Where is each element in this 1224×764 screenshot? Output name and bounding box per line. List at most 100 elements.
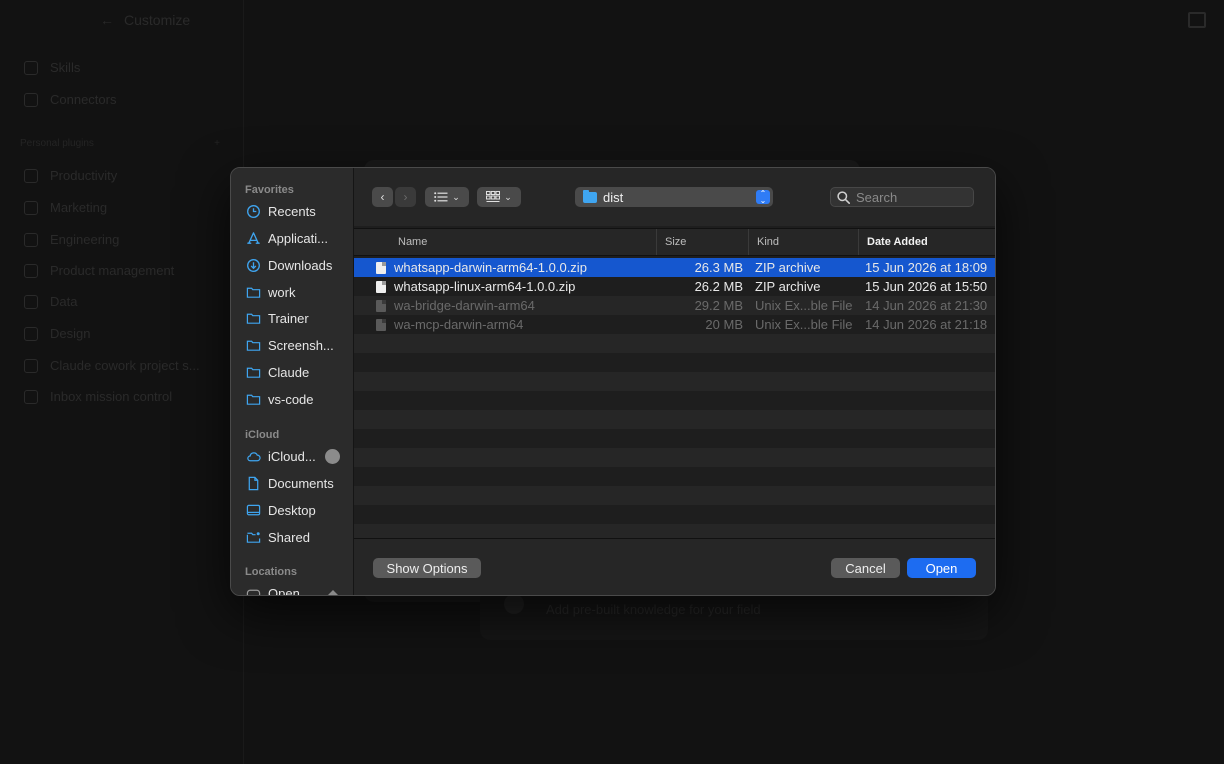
file-row[interactable]: whatsapp-darwin-arm64-1.0.0.zip 26.3 MB ZI… — [354, 258, 995, 277]
sidebar-item-open-volume[interactable]: Open — [246, 582, 339, 595]
sidebar-item-work[interactable]: work — [246, 281, 295, 303]
cancel-button[interactable]: Cancel — [831, 558, 900, 578]
sidebar-item-shared[interactable]: Shared — [246, 526, 310, 548]
file-size: 20 MB — [705, 317, 743, 332]
sidebar-item-label: iCloud... — [268, 448, 316, 464]
sidebar-item-label: Downloads — [268, 257, 333, 273]
folder-icon — [583, 189, 597, 203]
column-header-row: Name Size Kind Date Added — [354, 228, 995, 256]
sidebar-item-downloads[interactable]: Downloads — [246, 254, 332, 276]
sidebar-section-icloud: iCloud — [245, 429, 280, 441]
sidebar-item-applications[interactable]: Applicati... — [246, 227, 328, 249]
sidebar-item-label: Trainer — [268, 310, 309, 326]
empty-row — [354, 429, 995, 448]
group-view-button[interactable]: ⌄ — [477, 187, 521, 207]
sidebar-item-claude[interactable]: Claude — [246, 361, 309, 383]
background-card-icon — [504, 594, 524, 614]
background-plugin-label: Productivity — [50, 168, 118, 183]
column-header-date-added[interactable]: Date Added — [858, 229, 995, 255]
file-row[interactable]: wa-mcp-darwin-arm64 20 MB Unix Ex...ble Fi… — [354, 315, 995, 334]
forward-button[interactable]: › — [395, 187, 416, 207]
file-icon — [376, 261, 386, 274]
empty-row — [354, 486, 995, 505]
background-plugin-item: Product management — [24, 263, 174, 278]
plus-icon: + — [214, 138, 220, 149]
document-icon — [248, 476, 259, 490]
toolbar: ‹ › ⌄ ⌄ dist ⌃ ⌄ — [354, 168, 995, 226]
file-kind: Unix Ex...ble File — [755, 298, 853, 313]
file-list: whatsapp-darwin-arm64-1.0.0.zip 26.3 MB ZI… — [354, 258, 995, 538]
file-size: 26.2 MB — [694, 279, 743, 294]
chevron-down-icon: ⌄ — [452, 191, 460, 202]
location-label: dist — [603, 189, 624, 205]
sidebar-item-desktop[interactable]: Desktop — [246, 499, 316, 521]
chevron-left-icon: ‹ — [380, 190, 385, 204]
empty-row — [354, 391, 995, 410]
show-options-button[interactable]: Show Options — [373, 558, 481, 578]
search-input[interactable] — [856, 189, 966, 205]
column-header-name[interactable]: Name — [390, 229, 656, 255]
background-plugin-label: Data — [50, 294, 78, 309]
plugin-icon — [24, 389, 38, 404]
file-name-cell: wa-bridge-darwin-arm64 — [376, 296, 535, 315]
background-plugin-label: Design — [50, 326, 91, 341]
location-popup[interactable]: dist ⌃ ⌄ — [575, 187, 773, 207]
empty-row — [354, 410, 995, 429]
file-name: whatsapp-darwin-arm64-1.0.0.zip — [394, 260, 587, 275]
sidebar-item-label: Shared — [268, 529, 310, 545]
background-card-text: Add pre-built knowledge for your field — [546, 602, 761, 617]
sidebar-item-icloud-drive[interactable]: iCloud... — [246, 445, 340, 467]
shared-folder-icon — [246, 531, 261, 543]
navigation-buttons: ‹ › — [372, 187, 416, 207]
desktop-icon — [246, 504, 261, 515]
chevron-down-icon: ⌄ — [504, 191, 512, 202]
background-plugin-label: Marketing — [50, 200, 108, 215]
sidebar-item-documents[interactable]: Documents — [246, 472, 334, 494]
search-field[interactable] — [830, 187, 974, 207]
file-row[interactable]: whatsapp-linux-arm64-1.0.0.zip 26.2 MB ZIP… — [354, 277, 995, 296]
dialog-footer: Show Options Cancel Open — [354, 538, 995, 595]
sidebar-item-screenshots[interactable]: Screensh... — [246, 334, 334, 356]
background-sidebar: Skills Connectors Personal plugins + Prod… — [0, 0, 244, 764]
dialog-sidebar: Favorites Recents Applicati... Downloads… — [231, 168, 354, 595]
folder-icon — [246, 394, 261, 405]
file-row[interactable]: wa-bridge-darwin-arm64 29.2 MB Unix Ex...b… — [354, 296, 995, 315]
search-icon — [837, 190, 850, 204]
background-nav-skills: Skills — [24, 60, 80, 75]
background-section-label: Personal plugins — [20, 138, 94, 149]
chevron-right-icon: › — [403, 190, 408, 204]
file-browser: ‹ › ⌄ ⌄ dist ⌃⌄ Name Size — [354, 168, 995, 595]
file-kind: ZIP archive — [755, 279, 821, 294]
applications-icon — [247, 231, 260, 244]
file-icon — [376, 299, 386, 312]
file-date-added: 14 Jun 2026 at 21:18 — [865, 317, 988, 332]
sidebar-item-vs-code[interactable]: vs-code — [246, 388, 314, 410]
background-plugin-item: Data — [24, 294, 77, 309]
folder-icon — [246, 287, 261, 298]
plugin-icon — [24, 294, 38, 309]
download-icon — [247, 258, 260, 272]
up-down-chevron-icon: ⌃ ⌄ — [756, 190, 770, 205]
background-plugin-label: Inbox mission control — [50, 389, 173, 404]
eject-icon[interactable] — [326, 590, 339, 595]
back-button[interactable]: ‹ — [372, 187, 393, 207]
file-size: 26.3 MB — [694, 260, 743, 275]
file-icon — [376, 280, 386, 293]
open-button[interactable]: Open — [907, 558, 976, 578]
plugin-icon — [24, 168, 38, 183]
plugin-icon — [24, 358, 38, 373]
empty-row — [354, 448, 995, 467]
file-size: 29.2 MB — [694, 298, 743, 313]
file-date-added: 15 Jun 2026 at 18:09 — [865, 260, 988, 275]
column-header-size[interactable]: Size — [656, 229, 748, 255]
sidebar-item-recents[interactable]: Recents — [246, 200, 316, 222]
empty-row — [354, 505, 995, 524]
file-icon — [376, 318, 386, 331]
list-view-button[interactable]: ⌄ — [425, 187, 469, 207]
file-kind: ZIP archive — [755, 260, 821, 275]
grid-icon — [486, 191, 501, 202]
column-header-kind[interactable]: Kind — [748, 229, 858, 255]
sidebar-item-trainer[interactable]: Trainer — [246, 307, 309, 329]
open-file-dialog: Favorites Recents Applicati... Downloads… — [230, 167, 996, 596]
sidebar-item-label: Open — [268, 585, 300, 596]
